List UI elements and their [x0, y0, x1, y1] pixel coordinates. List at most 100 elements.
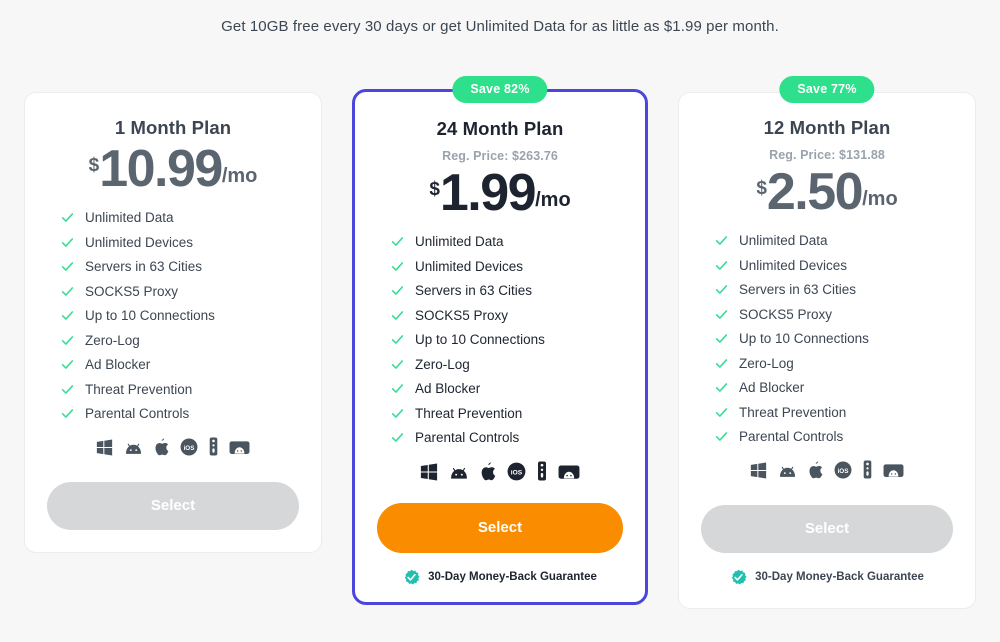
- feature-label: Threat Prevention: [85, 381, 193, 397]
- android-icon: [451, 467, 467, 479]
- check-icon: [715, 308, 728, 321]
- check-icon: [61, 211, 74, 224]
- windows-icon: [96, 439, 113, 456]
- select-button[interactable]: Select: [701, 504, 953, 553]
- guarantee-label: 30-Day Money-Back Guarantee: [428, 571, 597, 584]
- feature-label: Ad Blocker: [415, 381, 481, 397]
- feature-label: Zero-Log: [415, 356, 470, 372]
- windows-icon: [750, 462, 767, 479]
- feature-label: Zero-Log: [85, 332, 140, 348]
- check-icon: [391, 382, 404, 395]
- feature-item: Unlimited Data: [61, 210, 299, 225]
- feature-item: Parental Controls: [391, 430, 623, 445]
- feature-label: Servers in 63 Cities: [739, 282, 857, 298]
- price-amount: 2.50: [766, 163, 864, 221]
- check-icon: [61, 309, 74, 322]
- feature-item: Unlimited Data: [391, 234, 623, 249]
- check-icon: [391, 309, 404, 322]
- check-icon: [715, 381, 728, 394]
- price-row: $ 10.99 /mo: [88, 140, 258, 198]
- android-icon: [125, 443, 142, 454]
- android-icon: [779, 466, 796, 477]
- feature-item: Unlimited Devices: [715, 258, 953, 273]
- feature-label: Unlimited Data: [85, 210, 174, 226]
- plan-title: 12 Month Plan: [763, 117, 891, 138]
- price-period: /mo: [535, 189, 571, 212]
- check-icon: [715, 283, 728, 296]
- feature-label: Unlimited Devices: [85, 234, 194, 250]
- card-body: 1 Month Plan $ 10.99 /mo Unlimited Data …: [24, 92, 322, 553]
- feature-label: Up to 10 Connections: [85, 308, 215, 324]
- feature-item: SOCKS5 Proxy: [61, 284, 299, 299]
- check-icon: [61, 358, 74, 371]
- feature-item: Zero-Log: [715, 356, 953, 371]
- check-icon: [715, 234, 728, 247]
- guarantee-badge-icon: [731, 569, 747, 585]
- check-icon: [391, 407, 404, 420]
- apple-icon: [481, 462, 496, 481]
- feature-label: SOCKS5 Proxy: [415, 307, 509, 323]
- pricing-card-12-month: Save 77% 12 Month Plan Reg. Price: $131.…: [678, 76, 976, 609]
- feature-label: Threat Prevention: [415, 405, 523, 421]
- feature-label: Unlimited Data: [415, 234, 504, 250]
- price-amount: 10.99: [99, 140, 223, 198]
- check-icon: [715, 357, 728, 370]
- check-icon: [715, 430, 728, 443]
- svg-text:iOS: iOS: [838, 468, 849, 475]
- tv-remote-icon: [538, 461, 546, 481]
- card-body: 12 Month Plan Reg. Price: $131.88 $ 2.50…: [678, 92, 976, 609]
- pricing-card-1-month: 1 Month Plan $ 10.99 /mo Unlimited Data …: [24, 76, 322, 553]
- ios-icon: iOS: [180, 438, 198, 456]
- feature-label: Threat Prevention: [739, 404, 847, 420]
- feature-item: Threat Prevention: [391, 406, 623, 421]
- platform-icon-row: iOS: [96, 437, 250, 456]
- feature-item: Unlimited Data: [715, 233, 953, 248]
- plan-title: 1 Month Plan: [114, 117, 232, 138]
- feature-item: Up to 10 Connections: [715, 331, 953, 346]
- android-tv-icon: [229, 441, 250, 454]
- ios-icon: iOS: [834, 461, 852, 479]
- select-button[interactable]: Select: [377, 502, 623, 553]
- price-row: $ 1.99 /mo: [429, 167, 571, 219]
- check-icon: [391, 235, 404, 248]
- feature-list: Unlimited Data Unlimited Devices Servers…: [701, 233, 953, 454]
- feature-label: Unlimited Devices: [739, 257, 848, 273]
- android-tv-icon: [883, 464, 904, 477]
- feature-item: Threat Prevention: [61, 382, 299, 397]
- feature-label: Servers in 63 Cities: [85, 259, 203, 275]
- check-icon: [61, 285, 74, 298]
- check-icon: [61, 383, 74, 396]
- money-back-guarantee: 30-Day Money-Back Guarantee: [730, 569, 924, 586]
- feature-label: Parental Controls: [415, 430, 520, 446]
- select-button[interactable]: Select: [47, 481, 299, 530]
- tv-remote-icon: [209, 437, 218, 456]
- svg-text:iOS: iOS: [184, 445, 195, 452]
- feature-label: Up to 10 Connections: [415, 332, 545, 348]
- feature-item: Ad Blocker: [61, 357, 299, 372]
- feature-label: Parental Controls: [739, 429, 844, 445]
- regular-price: Reg. Price: $263.76: [442, 149, 558, 163]
- feature-item: Threat Prevention: [715, 405, 953, 420]
- currency-symbol: $: [88, 155, 100, 176]
- pricing-card-24-month: Save 82% 24 Month Plan Reg. Price: $263.…: [352, 76, 648, 605]
- feature-label: Up to 10 Connections: [739, 331, 869, 347]
- check-icon: [391, 284, 404, 297]
- price-period: /mo: [862, 188, 898, 211]
- feature-label: Zero-Log: [739, 355, 794, 371]
- feature-item: Up to 10 Connections: [61, 308, 299, 323]
- svg-text:iOS: iOS: [511, 469, 523, 476]
- save-badge: Save 82%: [452, 76, 548, 103]
- pricing-page: Get 10GB free every 30 days or get Unlim…: [0, 0, 1000, 642]
- platform-icon-row: iOS: [420, 461, 580, 481]
- check-icon: [391, 260, 404, 273]
- check-icon: [61, 334, 74, 347]
- feature-item: Unlimited Devices: [61, 235, 299, 250]
- plan-title: 24 Month Plan: [436, 118, 564, 139]
- feature-label: Unlimited Devices: [415, 258, 524, 274]
- feature-list: Unlimited Data Unlimited Devices Servers…: [47, 210, 299, 431]
- check-icon: [715, 332, 728, 345]
- check-icon: [715, 406, 728, 419]
- check-icon: [391, 333, 404, 346]
- feature-item: SOCKS5 Proxy: [391, 308, 623, 323]
- feature-label: Ad Blocker: [739, 380, 805, 396]
